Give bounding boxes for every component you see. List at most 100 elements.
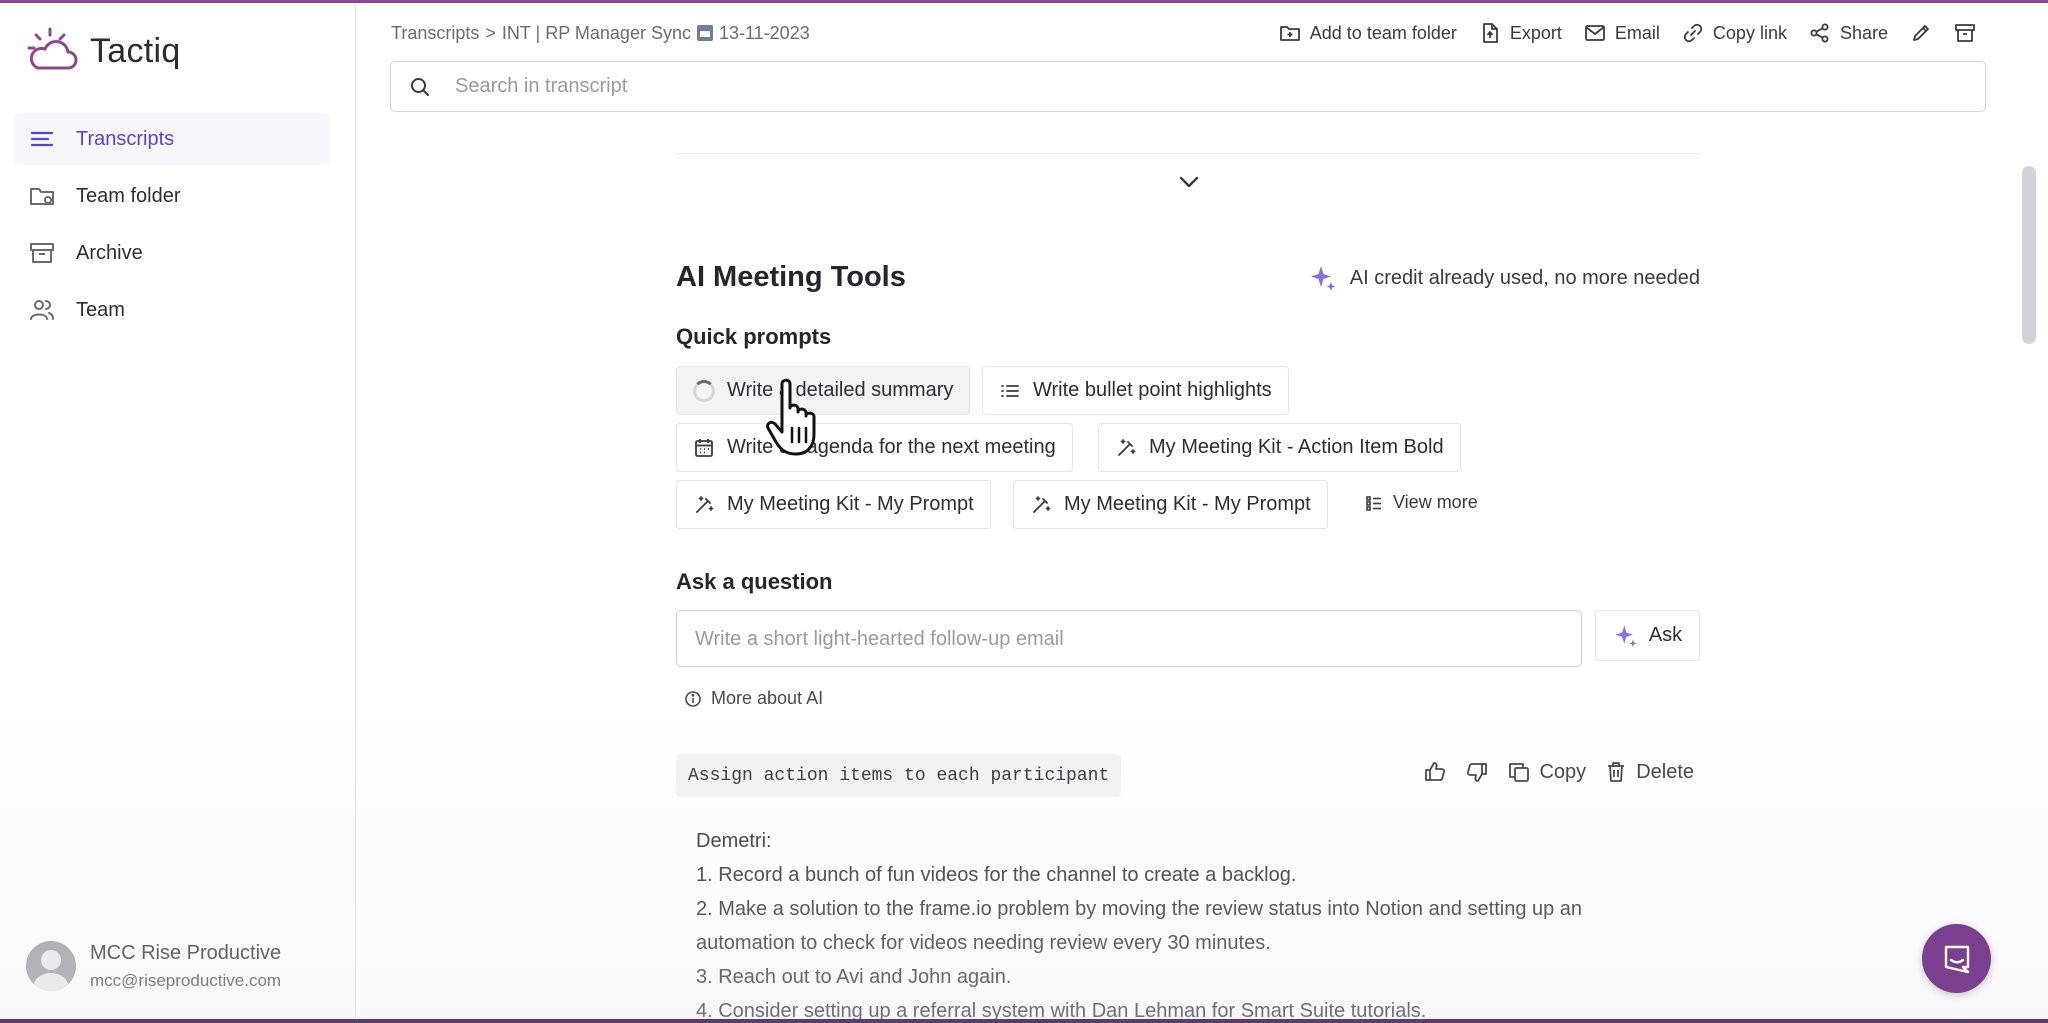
ask-button-label: Ask (1648, 624, 1683, 646)
share-label: Share (1839, 22, 1888, 43)
sidebar-item-team-folder[interactable]: Team folder (14, 170, 330, 222)
prompt-bullet-highlights-button[interactable]: Write bullet point highlights (982, 366, 1289, 415)
email-label: Email (1614, 22, 1660, 43)
result-line: Demetri: (696, 830, 772, 852)
magic-wand-icon (1033, 495, 1051, 513)
list-detail-icon (1366, 495, 1381, 511)
breadcrumb-title: INT | RP Manager Sync (501, 22, 691, 43)
more-about-ai-link[interactable]: More about AI (684, 688, 823, 709)
breadcrumb-date: 13-11-2023 (718, 22, 810, 43)
breadcrumb-root-link[interactable]: Transcripts (391, 23, 479, 44)
copy-result-button[interactable]: Copy (1507, 760, 1586, 784)
view-more-button[interactable]: View more (1365, 492, 1478, 513)
result-line: 3. Reach out to Avi and John again. (696, 966, 1012, 988)
sparkle-icon (1310, 266, 1336, 291)
ask-question-field[interactable] (676, 610, 1582, 667)
share-button[interactable]: Share (1809, 22, 1888, 44)
users-icon (30, 300, 54, 320)
thumbs-up-button[interactable] (1423, 760, 1447, 784)
list-icon (1001, 384, 1019, 397)
file-export-icon (1482, 23, 1498, 43)
copy-icon (1509, 763, 1530, 782)
prompt-my-prompt-button[interactable]: My Meeting Kit - My Prompt (676, 480, 991, 529)
menu-lines-icon (30, 131, 54, 147)
magic-wand-icon (696, 495, 714, 513)
prompt-action-item-bold-button[interactable]: My Meeting Kit - Action Item Bold (1098, 423, 1461, 472)
search-input[interactable] (455, 75, 1855, 98)
breadcrumb-separator: > (485, 22, 496, 43)
quick-prompts-title: Quick prompts (676, 324, 832, 349)
chevron-down-icon[interactable] (1175, 172, 1203, 194)
add-to-team-folder-button[interactable]: Add to team folder (1279, 22, 1457, 44)
ask-button[interactable]: Ask (1595, 610, 1700, 661)
pencil-icon (1913, 25, 1929, 41)
result-prompt-label: Assign action items to each participant (676, 754, 1122, 797)
avatar (26, 941, 76, 991)
sidebar-item-archive[interactable]: Archive (14, 227, 330, 279)
app-name: Tactiq (90, 31, 181, 70)
ai-credit-text: AI credit already used, no more needed (1349, 266, 1700, 289)
sidebar-nav: Transcripts Team folder Archive Team (14, 113, 330, 341)
edit-button[interactable] (1910, 22, 1932, 44)
result-line: 1. Record a bunch of fun videos for the … (696, 864, 1297, 886)
user-email: mcc@riseproductive.com (90, 970, 282, 990)
calendar-icon (695, 438, 713, 457)
result-actions: Copy Delete (1423, 760, 1694, 784)
sidebar-item-label: Archive (76, 241, 143, 264)
link-icon (1683, 23, 1703, 43)
ask-question-input[interactable] (695, 611, 1563, 666)
thumbs-down-icon (1467, 763, 1488, 782)
more-about-ai-label: More about AI (711, 688, 824, 708)
chat-icon (1944, 945, 1969, 973)
result-line: 2. Make a solution to the frame.io probl… (696, 898, 1583, 920)
loading-spinner-icon (693, 379, 715, 402)
copy-link-label: Copy link (1712, 22, 1787, 43)
view-more-label: View more (1393, 492, 1478, 512)
delete-result-label: Delete (1636, 760, 1694, 783)
share-icon (1810, 23, 1829, 43)
prompt-label: My Meeting Kit - My Prompt (1064, 493, 1311, 515)
prompt-my-prompt-2-button[interactable]: My Meeting Kit - My Prompt (1013, 480, 1328, 529)
search-icon (411, 77, 429, 96)
sidebar-item-label: Transcripts (76, 127, 175, 150)
window-frame-bottom (0, 1019, 2048, 1023)
result-line: automation to check for videos needing r… (696, 932, 1271, 954)
cloud-logo-icon (27, 27, 78, 70)
hand-pointer-cursor-icon (766, 378, 816, 456)
sidebar-item-transcripts[interactable]: Transcripts (14, 113, 330, 165)
email-button[interactable]: Email (1584, 22, 1660, 44)
header-actions: Add to team folder Export Email Copy lin… (1279, 18, 1976, 48)
support-chat-button[interactable] (1922, 924, 1991, 993)
user-name: MCC Rise Productive (90, 941, 282, 964)
archive-box-icon (1955, 24, 1975, 42)
section-divider (676, 153, 1700, 154)
export-label: Export (1509, 22, 1562, 43)
user-profile[interactable]: MCC Rise Productive mcc@riseproductive.c… (26, 941, 281, 991)
scrollbar-thumb[interactable] (2022, 166, 2036, 344)
prompt-label: Write a detailed summary (727, 379, 954, 401)
delete-result-button[interactable]: Delete (1604, 760, 1694, 784)
archive-button[interactable] (1954, 22, 1976, 44)
ai-tools-title: AI Meeting Tools (676, 261, 906, 293)
folder-icon (30, 188, 54, 205)
prompt-agenda-button[interactable]: Write an agenda for the next meeting (676, 423, 1073, 472)
sidebar-item-team[interactable]: Team (14, 284, 330, 336)
breadcrumb: Transcripts > INT | RP Manager Sync 13-1… (391, 20, 810, 46)
calendar-icon (696, 25, 713, 41)
thumbs-up-icon (1425, 762, 1446, 781)
prompt-label: Write bullet point highlights (1033, 379, 1272, 401)
export-button[interactable]: Export (1479, 22, 1562, 44)
ask-question-title: Ask a question (676, 569, 833, 594)
add-to-team-folder-label: Add to team folder (1309, 22, 1457, 43)
folder-plus-icon (1279, 26, 1300, 41)
thumbs-down-button[interactable] (1465, 760, 1489, 784)
prompt-label: My Meeting Kit - Action Item Bold (1149, 436, 1444, 458)
info-icon (685, 690, 701, 707)
magic-wand-icon (1118, 438, 1136, 456)
search-bar[interactable] (390, 61, 1986, 112)
copy-link-button[interactable]: Copy link (1682, 22, 1787, 44)
logo[interactable]: Tactiq (24, 23, 181, 79)
mail-icon (1585, 25, 1605, 41)
archive-icon (30, 243, 54, 263)
sparkle-icon (1615, 625, 1637, 647)
